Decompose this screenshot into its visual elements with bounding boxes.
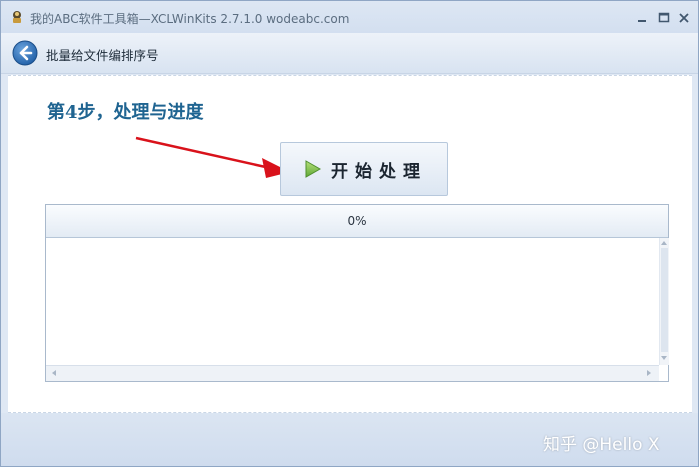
nav-bar: 批量给文件编排序号 <box>1 33 698 74</box>
vertical-scrollbar[interactable] <box>659 238 669 365</box>
app-icon <box>13 11 21 23</box>
window-title: 我的ABC软件工具箱—XCLWinKits 2.7.1.0 wodeabc.co… <box>30 12 350 26</box>
horizontal-scrollbar[interactable] <box>46 365 659 381</box>
watermark-text: 知乎 @Hello X <box>543 435 660 455</box>
close-icon[interactable] <box>676 10 692 26</box>
minimize-icon[interactable] <box>634 10 650 26</box>
app-window: 我的ABC软件工具箱—XCLWinKits 2.7.1.0 wodeabc.co… <box>0 0 699 467</box>
scroll-left-icon[interactable] <box>52 370 56 376</box>
step-title: 第4步，处理与进度 <box>47 102 204 123</box>
scroll-up-icon[interactable] <box>661 241 667 245</box>
annotation-arrow-icon <box>135 136 290 178</box>
scroll-right-icon[interactable] <box>647 370 651 376</box>
log-output[interactable] <box>46 238 659 365</box>
progress-panel: 0% <box>45 204 669 382</box>
footer-bar: 知乎 @Hello X <box>1 413 698 466</box>
progress-percent: 0% <box>347 214 367 228</box>
nav-title: 批量给文件编排序号 <box>46 48 159 63</box>
back-arrow-icon[interactable] <box>12 40 38 66</box>
maximize-icon[interactable] <box>656 10 672 26</box>
scroll-thumb[interactable] <box>661 248 668 352</box>
progress-bar: 0% <box>46 205 668 238</box>
scroll-down-icon[interactable] <box>661 356 667 360</box>
start-processing-button[interactable]: 开始处理 <box>280 142 448 196</box>
start-button-label: 开始处理 <box>331 162 427 182</box>
title-bar[interactable]: 我的ABC软件工具箱—XCLWinKits 2.7.1.0 wodeabc.co… <box>1 1 698 33</box>
content-panel: 第4步，处理与进度 开始处理 0% <box>8 75 692 413</box>
play-icon <box>305 160 321 178</box>
